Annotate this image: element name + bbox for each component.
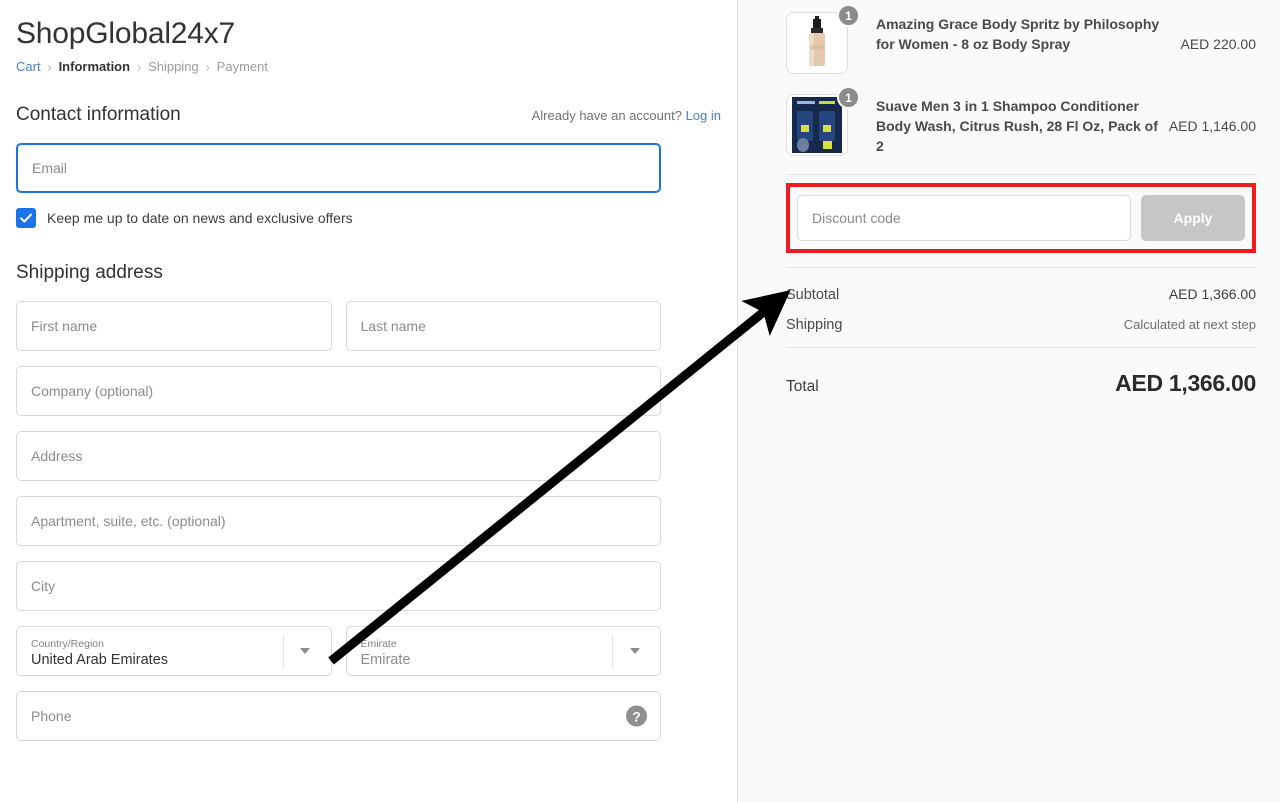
first-name-placeholder: First name [31, 318, 98, 334]
chevron-down-icon [629, 648, 640, 654]
country-region-value-wrap: Country/Region United Arab Emirates [17, 627, 283, 675]
discount-code-placeholder: Discount code [812, 210, 901, 226]
divider [786, 174, 1256, 175]
breadcrumb-item-shipping[interactable]: Shipping [148, 58, 199, 76]
emirate-value: Emirate [360, 652, 411, 668]
order-summary-column: 1 Amazing Grace Body Spritz by Philosoph… [737, 0, 1280, 802]
quantity-badge: 1 [837, 86, 860, 109]
account-prompt-text: Already have an account? [531, 108, 682, 123]
shipping-address-title: Shipping address [16, 262, 163, 283]
country-dropdown-arrow[interactable] [282, 634, 327, 668]
list-item: 1 Suave Men 3 in 1 Shampoo Conditioner B… [786, 86, 1256, 160]
order-totals: Subtotal AED 1,366.00 Shipping Calculate… [786, 286, 1256, 397]
phone-field[interactable]: Phone ? [16, 691, 661, 741]
newsletter-label: Keep me up to date on news and exclusive… [47, 210, 353, 226]
emirate-select[interactable]: Emirate Emirate [345, 626, 661, 676]
email-placeholder: Email [32, 160, 68, 176]
product-thumbnail-wrap: 1 [786, 86, 860, 160]
product-title: Amazing Grace Body Spritz by Philosophy … [876, 16, 1160, 52]
quantity-badge: 1 [837, 4, 860, 27]
city-placeholder: City [31, 578, 56, 594]
breadcrumb-separator-icon: › [205, 58, 210, 76]
emirate-dropdown-arrow[interactable] [612, 634, 656, 668]
subtotal-value: AED 1,366.00 [1168, 286, 1256, 302]
list-item: 1 Amazing Grace Body Spritz by Philosoph… [786, 4, 1257, 78]
product-price: AED 220.00 [1180, 36, 1257, 52]
newsletter-checkbox-row[interactable]: Keep me up to date on news and exclusive… [16, 208, 721, 228]
company-placeholder: Company (optional) [31, 383, 154, 399]
discount-section-highlight: Discount code Apply [786, 183, 1256, 253]
address-placeholder: Address [31, 448, 83, 464]
total-label: Total [786, 378, 819, 395]
total-value: AED 1,366.00 [1115, 370, 1256, 396]
shipping-label: Shipping [786, 317, 843, 333]
email-field[interactable]: Email [16, 143, 661, 193]
apartment-field[interactable]: Apartment, suite, etc. (optional) [16, 496, 661, 546]
shipping-address-header: Shipping address [16, 262, 721, 284]
store-name: ShopGlobal24x7 [16, 17, 236, 50]
discount-code-input[interactable]: Discount code [797, 195, 1131, 241]
checkout-page: ShopGlobal24x7 Cart › Information › Ship… [0, 0, 1280, 802]
product-thumbnail-wrap: 1 [786, 4, 860, 78]
divider [786, 347, 1256, 348]
country-region-value: United Arab Emirates [31, 652, 169, 668]
breadcrumb-item-payment[interactable]: Payment [217, 58, 268, 76]
address-field[interactable]: Address [16, 431, 661, 481]
product-price: AED 1,146.00 [1168, 118, 1256, 134]
chevron-down-icon [300, 648, 310, 654]
emirate-label: Emirate [360, 638, 397, 650]
subtotal-label: Subtotal [786, 287, 840, 303]
breadcrumb-item-information[interactable]: Information [59, 58, 131, 76]
city-field[interactable]: City [16, 561, 661, 611]
contact-information-header: Contact information Already have an acco… [16, 104, 721, 126]
apply-discount-button[interactable]: Apply [1141, 195, 1245, 241]
login-link[interactable]: Log in [686, 108, 721, 123]
shipping-row: Shipping Calculated at next step [786, 317, 1256, 333]
last-name-placeholder: Last name [360, 318, 426, 334]
shipping-value: Calculated at next step [1123, 317, 1256, 332]
breadcrumb-separator-icon: › [137, 58, 142, 76]
last-name-field[interactable]: Last name [345, 301, 661, 351]
product-title: Suave Men 3 in 1 Shampoo Conditioner Bod… [876, 98, 1158, 154]
question-mark-icon[interactable]: ? [626, 705, 647, 727]
breadcrumb: Cart › Information › Shipping › Payment [16, 58, 721, 76]
newsletter-checkbox[interactable] [16, 208, 36, 228]
country-emirate-row: Country/Region United Arab Emirates Emir… [16, 626, 661, 691]
country-region-select[interactable]: Country/Region United Arab Emirates [16, 626, 332, 676]
checkout-form-column: ShopGlobal24x7 Cart › Information › Ship… [0, 0, 737, 802]
contact-information-title: Contact information [16, 104, 181, 125]
check-icon [20, 213, 32, 223]
apartment-placeholder: Apartment, suite, etc. (optional) [31, 513, 226, 529]
grand-total-row: Total AED 1,366.00 [786, 370, 1256, 397]
breadcrumb-item-cart[interactable]: Cart [16, 58, 41, 76]
company-field[interactable]: Company (optional) [16, 366, 661, 416]
subtotal-row: Subtotal AED 1,366.00 [786, 286, 1256, 303]
phone-placeholder: Phone [31, 708, 72, 724]
name-fields-row: First name Last name [16, 301, 661, 366]
emirate-value-wrap: Emirate Emirate [347, 627, 613, 675]
country-region-label: Country/Region [31, 638, 104, 650]
divider [786, 267, 1256, 268]
breadcrumb-separator-icon: › [47, 58, 52, 76]
account-prompt: Already have an account? Log in [532, 108, 721, 123]
first-name-field[interactable]: First name [16, 301, 332, 351]
